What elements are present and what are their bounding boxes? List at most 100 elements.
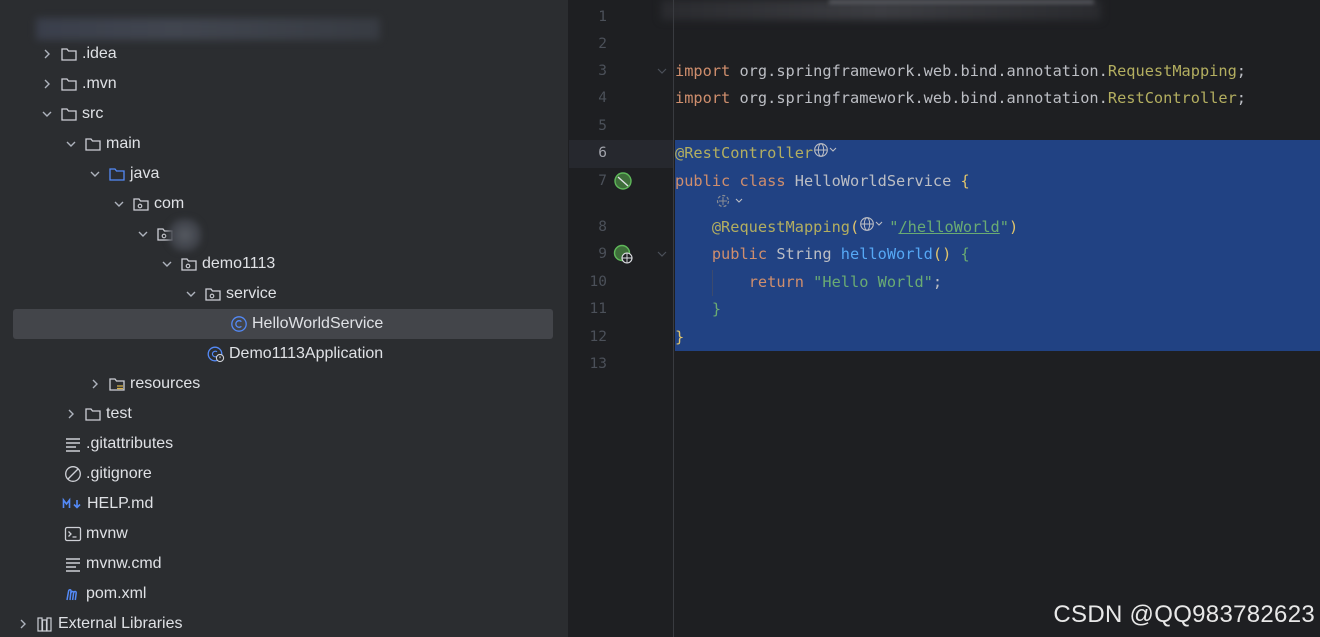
tree-item-external-libraries[interactable]: External Libraries	[0, 609, 568, 637]
chevron-down-icon[interactable]	[112, 197, 126, 211]
libraries-icon	[36, 615, 54, 633]
tree-item-help-md[interactable]: HELP.md	[0, 489, 568, 519]
chevron-down-icon[interactable]	[160, 257, 174, 271]
tree-item-resources[interactable]: resources	[0, 369, 568, 399]
keyword: public	[711, 245, 768, 263]
tree-item-helloworldservice[interactable]: HelloWorldService	[0, 309, 568, 339]
spring-bean-gutter-icon[interactable]	[613, 171, 635, 193]
tree-item-java[interactable]: java	[0, 159, 568, 189]
code-line-9[interactable]: public String helloWorld() {	[675, 241, 970, 268]
tree-item-label: HELP.md	[87, 495, 154, 512]
chevron-right-icon[interactable]	[40, 47, 54, 61]
text-file-icon	[64, 555, 82, 573]
keyword: public	[675, 172, 731, 190]
line-number: 9	[598, 246, 607, 262]
semicolon: ;	[1236, 89, 1247, 107]
tree-item-mvnw[interactable]: mvnw	[0, 519, 568, 549]
folder-icon	[60, 75, 78, 93]
fold-marker-icon[interactable]	[657, 65, 667, 78]
chevron-right-icon[interactable]	[88, 377, 102, 391]
spring-boot-app-icon	[207, 345, 225, 363]
folder-icon	[60, 45, 78, 63]
semicolon: ;	[932, 273, 943, 291]
project-tool-window: .idea .mvn src main java com demo1113 se…	[0, 0, 568, 637]
code-line-8[interactable]: @RequestMapping("/helloWorld")	[675, 214, 1018, 241]
fold-marker-icon[interactable]	[657, 248, 667, 261]
tree-item-demo1113[interactable]: demo1113	[0, 249, 568, 279]
gutter-separator	[673, 0, 674, 637]
markdown-file-icon	[62, 495, 84, 513]
code-line-11[interactable]: }	[675, 296, 721, 323]
import-package: org.springframework.web.bind.annotation.	[730, 62, 1108, 80]
globe-inlay-icon[interactable]	[813, 140, 839, 167]
resources-folder-icon	[108, 375, 126, 393]
folder-icon	[84, 405, 102, 423]
code-line-4[interactable]: import org.springframework.web.bind.anno…	[675, 85, 1246, 112]
code-line-12[interactable]: }	[675, 324, 684, 351]
tree-item-label: service	[226, 285, 277, 302]
tree-item-service[interactable]: service	[0, 279, 568, 309]
paren: ()	[932, 245, 952, 263]
tree-item-src[interactable]: src	[0, 99, 568, 129]
tree-item-label: External Libraries	[58, 615, 183, 632]
import-package: org.springframework.web.bind.annotation.	[730, 89, 1108, 107]
chevron-down-icon[interactable]	[136, 227, 150, 241]
line-number: 11	[589, 301, 607, 317]
tree-item-gitignore[interactable]: .gitignore	[0, 459, 568, 489]
imported-class: RequestMapping	[1107, 62, 1237, 80]
semicolon: ;	[1236, 62, 1247, 80]
tree-item-main[interactable]: main	[0, 129, 568, 159]
url-path-link[interactable]: /helloWorld	[898, 218, 999, 236]
type-name: String	[767, 245, 841, 263]
watermark: CSDN @QQ983782623	[1053, 601, 1315, 628]
tree-item-label: HelloWorldService	[252, 315, 384, 332]
tree-item-demo1113application[interactable]: Demo1113Application	[0, 339, 568, 369]
tree-item-mvnw-cmd[interactable]: mvnw.cmd	[0, 549, 568, 579]
globe-inlay-icon[interactable]	[859, 214, 889, 241]
code-line-3[interactable]: import org.springframework.web.bind.anno…	[675, 58, 1246, 85]
tree-item-label: java	[130, 165, 160, 182]
tree-item-label: src	[82, 105, 104, 122]
tree-item-pom-xml[interactable]: pom.xml	[0, 579, 568, 609]
tree-item-label: .gitignore	[86, 465, 152, 482]
line-number: 1	[598, 9, 607, 25]
method-name: helloWorld	[840, 245, 933, 263]
tree-item-label: mvnw	[86, 525, 128, 542]
spring-endpoint-gutter-icon[interactable]	[613, 244, 635, 266]
code-line-10[interactable]: return "Hello World";	[675, 269, 942, 296]
chevron-down-icon[interactable]	[88, 167, 102, 181]
package-icon	[180, 255, 198, 273]
chevron-down-icon[interactable]	[64, 137, 78, 151]
text-file-icon	[64, 435, 82, 453]
tree-item-com[interactable]: com	[0, 189, 568, 219]
tree-item-gitattributes[interactable]: .gitattributes	[0, 429, 568, 459]
chevron-down-icon[interactable]	[184, 287, 198, 301]
keyword: import	[675, 62, 731, 80]
code-editor[interactable]: 1 2 3 4 5 6 7 8 9 10 11 12 13 import org…	[569, 0, 1320, 637]
redacted-project-header	[36, 18, 380, 40]
tree-item-idea[interactable]: .idea	[0, 39, 568, 69]
chevron-right-icon[interactable]	[40, 77, 54, 91]
line-number: 7	[598, 173, 607, 189]
code-line-6[interactable]: @RestController	[675, 140, 839, 167]
tree-item-label: demo1113	[202, 255, 276, 272]
folder-icon	[60, 105, 78, 123]
keyword: import	[675, 89, 731, 107]
string-literal: "Hello World"	[813, 273, 933, 291]
keyword: class	[739, 172, 786, 190]
brace: }	[675, 328, 685, 346]
tree-item-mvn[interactable]: .mvn	[0, 69, 568, 99]
tree-item-label: .gitattributes	[86, 435, 174, 452]
paren: (	[850, 218, 860, 236]
class-icon	[230, 315, 248, 333]
tree-item-test[interactable]: test	[0, 399, 568, 429]
tree-item-redacted-package[interactable]	[0, 219, 568, 249]
keyword: return	[748, 273, 804, 291]
redacted-package-line-accent	[829, 0, 1094, 4]
tree-item-label: pom.xml	[86, 585, 147, 602]
class-name: HelloWorldService	[785, 172, 961, 190]
line-number: 5	[598, 118, 607, 134]
chevron-right-icon[interactable]	[16, 617, 30, 631]
chevron-right-icon[interactable]	[64, 407, 78, 421]
chevron-down-icon[interactable]	[40, 107, 54, 121]
